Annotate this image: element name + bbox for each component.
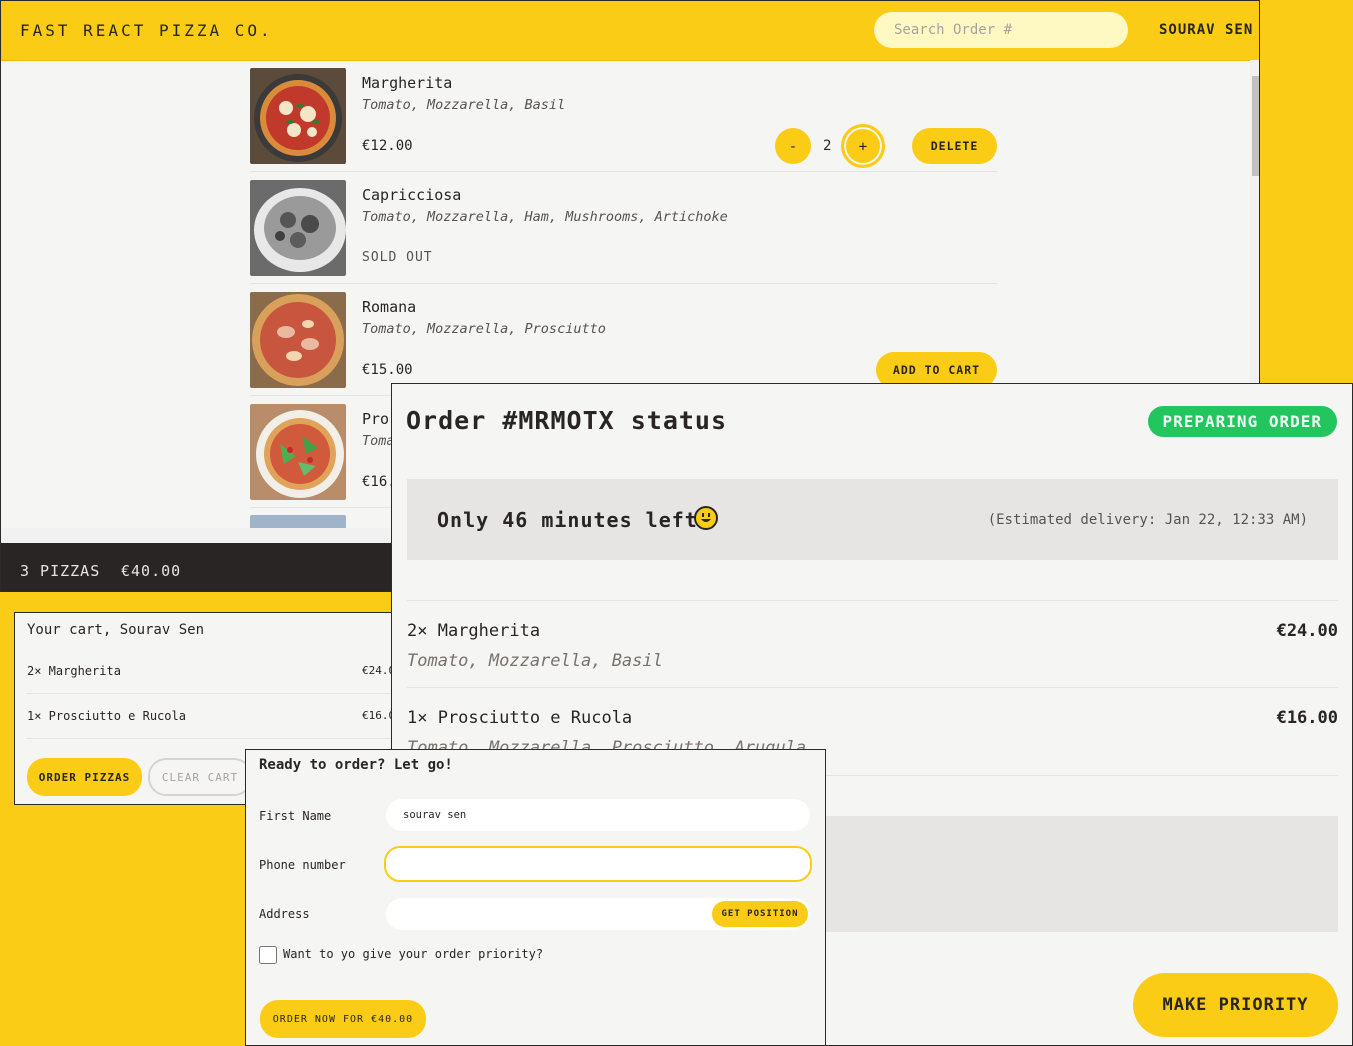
item-quantity: 2 [823,138,832,154]
order-now-button[interactable]: ORDER NOW FOR €40.00 [260,1000,426,1038]
app-header: FAST REACT PIZZA CO. SOURAV SEN [1,1,1259,61]
order-item-label: 1× Prosciutto e Rucola [407,708,633,728]
cart-item-label: 2× Margherita [27,664,121,678]
first-name-label: First Name [259,809,332,823]
pizza-image-margherita [250,68,346,164]
time-left-text: Only 46 minutes left [437,508,698,532]
first-name-input[interactable] [386,799,810,831]
pizza-name: Pro [362,410,390,428]
form-heading: Ready to order? Let go! [259,757,453,773]
pizza-image-capricciosa [250,180,346,276]
cart-item: 1× Prosciutto e Rucola €16.0 [27,694,392,739]
scrollbar-thumb[interactable] [1252,76,1259,176]
username: SOURAV SEN [1159,22,1254,38]
pizza-item-capricciosa: Capricciosa Tomato, Mozzarella, Ham, Mus… [250,172,997,284]
pizza-image-peek [250,515,346,528]
priority-checkbox[interactable] [259,946,277,964]
cart-item-price: €16.0 [362,709,392,722]
pizza-name: Margherita [362,74,453,92]
order-item-ingredients: Tomato, Mozzarella, Basil [407,651,663,671]
clear-cart-button[interactable]: CLEAR CART [148,758,252,796]
pizza-price: €12.00 [362,138,413,154]
pizza-ingredients: Tomato, Mozzarella, Basil [362,97,566,113]
cart-item: 2× Margherita €24.0 [27,649,392,694]
delete-item-button[interactable]: DELETE [912,128,997,164]
pizza-ingredients: Tomato, Mozzarella, Prosciutto [362,321,606,337]
pizza-item-margherita: Margherita Tomato, Mozzarella, Basil €12… [250,60,997,172]
order-item: 2× Margherita €24.00 Tomato, Mozzarella,… [407,600,1338,688]
pizza-image-prosciutto [250,404,346,500]
pizza-image-romana [250,292,346,388]
cart-item-label: 1× Prosciutto e Rucola [27,709,186,723]
search-order-input[interactable] [874,12,1128,48]
increase-quantity-button[interactable]: + [841,124,885,168]
pizza-price: €15.00 [362,362,413,378]
order-item-price: €24.00 [1276,621,1338,641]
status-badge: PREPARING ORDER [1147,406,1337,437]
cart-heading: Your cart, Sourav Sen [27,622,205,638]
estimated-delivery: (Estimated delivery: Jan 22, 12:33 AM) [987,512,1308,528]
address-label: Address [259,907,310,921]
cart-item-price: €24.0 [362,664,392,677]
order-title: Order #MRMOTX status [406,406,728,435]
create-order-window: Ready to order? Let go! First Name Phone… [245,749,826,1046]
priority-label: Want to yo give your order priority? [283,947,544,961]
get-position-button[interactable]: GET POSITION [712,901,808,927]
phone-number-label: Phone number [259,858,346,872]
pizza-name: Romana [362,298,417,316]
order-item-price: €16.00 [1276,708,1338,728]
cart-total-price: €40.00 [121,562,182,580]
brand-logo[interactable]: FAST REACT PIZZA CO. [20,21,273,40]
grinning-face-icon [694,506,718,530]
order-pizzas-button[interactable]: ORDER PIZZAS [27,758,142,796]
pizza-item-romana: Romana Tomato, Mozzarella, Prosciutto €1… [250,284,997,396]
decrease-quantity-button[interactable]: - [775,128,811,164]
cart-pizza-count: 3 PIZZAS [20,562,101,580]
sold-out-label: SOLD OUT [362,250,433,265]
phone-number-input[interactable] [384,846,812,882]
pizza-ingredients: Toma [362,433,395,449]
make-priority-button[interactable]: MAKE PRIORITY [1133,973,1338,1037]
pizza-ingredients: Tomato, Mozzarella, Ham, Mushrooms, Arti… [362,209,728,225]
pizza-name: Capricciosa [362,186,462,204]
order-item-label: 2× Margherita [407,621,541,641]
delivery-info-box: Only 46 minutes left (Estimated delivery… [407,479,1338,560]
